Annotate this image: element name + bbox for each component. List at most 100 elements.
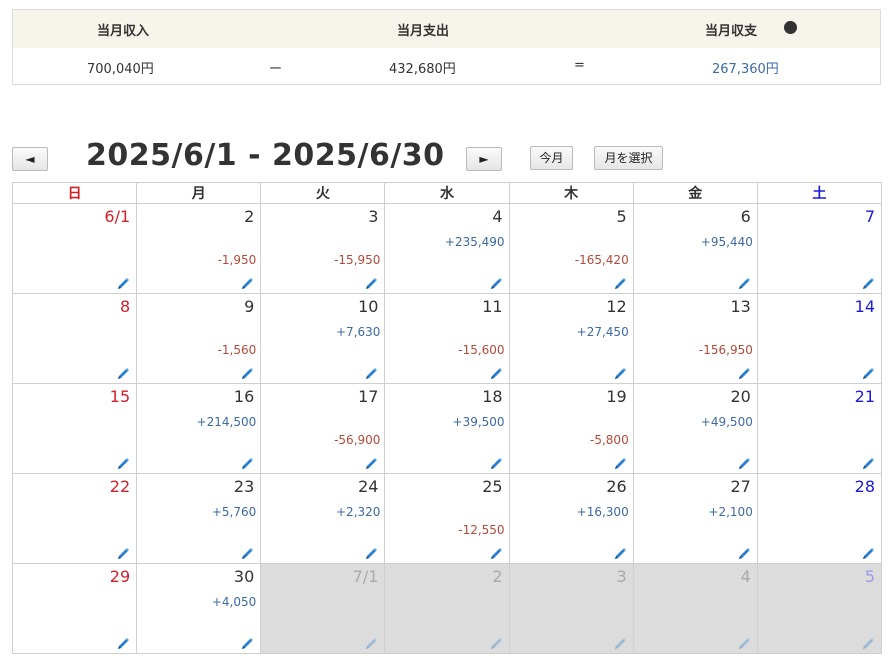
edit-pencil-icon[interactable]	[737, 276, 751, 290]
calendar-day-cell[interactable]: 29	[11, 563, 138, 654]
income-amount: +214,500	[196, 415, 257, 429]
edit-pencil-icon[interactable]	[240, 456, 254, 470]
edit-pencil-icon[interactable]	[737, 636, 751, 650]
edit-pencil-icon[interactable]	[861, 456, 875, 470]
edit-pencil-icon[interactable]	[861, 636, 875, 650]
edit-pencil-icon[interactable]	[364, 456, 378, 470]
prev-month-button[interactable]: ◄	[12, 147, 48, 171]
edit-pencil-icon[interactable]	[116, 546, 130, 560]
calendar-day-cell[interactable]: 8	[11, 293, 138, 384]
edit-pencil-icon[interactable]	[737, 456, 751, 470]
edit-pencil-icon[interactable]	[489, 456, 503, 470]
this-month-button[interactable]: 今月	[530, 146, 573, 170]
day-number: 19	[606, 387, 627, 406]
calendar-day-cell[interactable]: 9 -1,560	[136, 293, 262, 384]
edit-pencil-icon[interactable]	[489, 546, 503, 560]
day-number: 28	[854, 477, 875, 496]
calendar-day-cell[interactable]: 5	[756, 563, 883, 654]
calendar-day-cell[interactable]: 26 +16,300	[508, 473, 634, 564]
calendar-day-cell[interactable]: 23 +5,760	[136, 473, 262, 564]
calendar-day-cell[interactable]: 10 +7,630	[260, 293, 386, 384]
weekday-header: 日月火水木金土	[11, 182, 883, 204]
edit-pencil-icon[interactable]	[364, 276, 378, 290]
calendar-day-cell[interactable]: 12 +27,450	[508, 293, 634, 384]
calendar-day-cell[interactable]: 2 -1,950	[136, 203, 262, 294]
calendar-day-cell[interactable]: 22	[11, 473, 138, 564]
day-number: 20	[730, 387, 751, 406]
day-number: 5	[616, 207, 627, 226]
edit-pencil-icon[interactable]	[737, 366, 751, 380]
calendar-day-cell[interactable]: 7/1	[260, 563, 386, 654]
calendar-day-cell[interactable]: 11 -15,600	[384, 293, 510, 384]
calendar-day-cell[interactable]: 30 +4,050	[136, 563, 262, 654]
edit-pencil-icon[interactable]	[364, 636, 378, 650]
income-label: 当月収入	[97, 24, 150, 39]
next-month-button[interactable]: ►	[466, 147, 502, 171]
edit-pencil-icon[interactable]	[116, 276, 130, 290]
calendar-week: 29 30 +4,050 7/1 2 3 4 5	[11, 563, 883, 654]
calendar-day-cell[interactable]: 17 -56,900	[260, 383, 386, 474]
edit-pencil-icon[interactable]	[116, 366, 130, 380]
day-number: 5	[864, 567, 875, 586]
expense-amount: -56,900	[334, 433, 381, 447]
calendar-day-cell[interactable]: 19 -5,800	[508, 383, 634, 474]
edit-pencil-icon[interactable]	[613, 636, 627, 650]
edit-pencil-icon[interactable]	[861, 366, 875, 380]
expense-label: 当月支出	[397, 24, 450, 39]
minus-sign: ー	[269, 62, 283, 77]
edit-pencil-icon[interactable]	[861, 276, 875, 290]
edit-pencil-icon[interactable]	[240, 546, 254, 560]
calendar-day-cell[interactable]: 2	[384, 563, 510, 654]
edit-pencil-icon[interactable]	[240, 636, 254, 650]
weekday-2: 火	[260, 182, 386, 204]
summary-header: 当月収入 当月支出 当月収支 ?	[13, 10, 880, 48]
calendar-day-cell[interactable]: 20 +49,500	[632, 383, 758, 474]
edit-pencil-icon[interactable]	[489, 366, 503, 380]
edit-pencil-icon[interactable]	[364, 546, 378, 560]
edit-pencil-icon[interactable]	[116, 636, 130, 650]
equals-sign: =	[574, 58, 585, 73]
edit-pencil-icon[interactable]	[737, 546, 751, 560]
expense-value: 432,680円	[389, 62, 456, 77]
edit-pencil-icon[interactable]	[364, 366, 378, 380]
edit-pencil-icon[interactable]	[116, 456, 130, 470]
edit-pencil-icon[interactable]	[240, 366, 254, 380]
day-number: 6/1	[104, 207, 131, 226]
select-month-button[interactable]: 月を選択	[594, 146, 663, 170]
calendar-day-cell[interactable]: 16 +214,500	[136, 383, 262, 474]
calendar-day-cell[interactable]: 4	[632, 563, 758, 654]
question-icon[interactable]: ?	[784, 21, 797, 34]
calendar-day-cell[interactable]: 25 -12,550	[384, 473, 510, 564]
calendar-day-cell[interactable]: 3	[508, 563, 634, 654]
calendar-day-cell[interactable]: 21	[756, 383, 883, 474]
calendar-day-cell[interactable]: 7	[756, 203, 883, 294]
income-amount: +4,050	[211, 595, 257, 609]
edit-pencil-icon[interactable]	[489, 636, 503, 650]
calendar-day-cell[interactable]: 28	[756, 473, 883, 564]
edit-pencil-icon[interactable]	[861, 546, 875, 560]
day-number: 2	[244, 207, 255, 226]
calendar-day-cell[interactable]: 13 -156,950	[632, 293, 758, 384]
calendar-day-cell[interactable]: 14	[756, 293, 883, 384]
calendar-day-cell[interactable]: 6/1	[11, 203, 138, 294]
calendar-day-cell[interactable]: 3 -15,950	[260, 203, 386, 294]
day-number: 10	[358, 297, 379, 316]
calendar-day-cell[interactable]: 15	[11, 383, 138, 474]
calendar-day-cell[interactable]: 5 -165,420	[508, 203, 634, 294]
calendar-day-cell[interactable]: 6 +95,440	[632, 203, 758, 294]
edit-pencil-icon[interactable]	[613, 546, 627, 560]
calendar-day-cell[interactable]: 4 +235,490	[384, 203, 510, 294]
edit-pencil-icon[interactable]	[613, 276, 627, 290]
edit-pencil-icon[interactable]	[613, 366, 627, 380]
edit-pencil-icon[interactable]	[240, 276, 254, 290]
edit-pencil-icon[interactable]	[613, 456, 627, 470]
income-amount: +27,450	[576, 325, 629, 339]
calendar-day-cell[interactable]: 24 +2,320	[260, 473, 386, 564]
calendar-day-cell[interactable]: 18 +39,500	[384, 383, 510, 474]
edit-pencil-icon[interactable]	[489, 276, 503, 290]
calendar-day-cell[interactable]: 27 +2,100	[632, 473, 758, 564]
day-number: 12	[606, 297, 627, 316]
weekday-1: 月	[136, 182, 262, 204]
expense-amount: -165,420	[574, 253, 629, 267]
income-value: 700,040円	[87, 62, 154, 77]
